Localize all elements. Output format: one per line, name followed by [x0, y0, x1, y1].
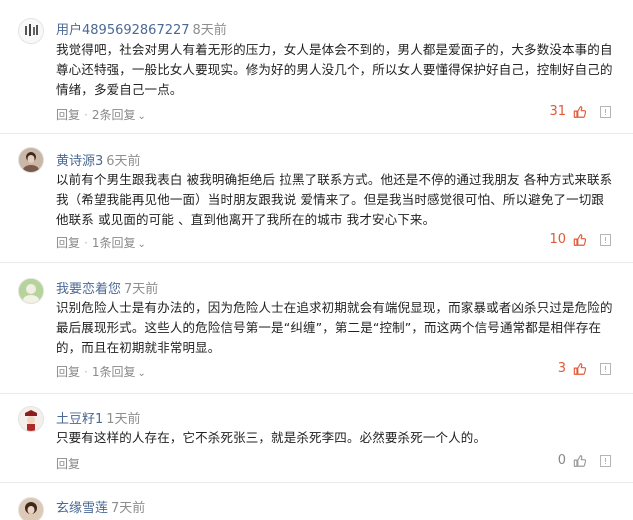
reply-button[interactable]: 回复	[56, 236, 80, 250]
chevron-down-icon: ⌄	[137, 239, 146, 250]
view-replies-button[interactable]: 1条回复 ⌄	[92, 236, 146, 250]
avatar[interactable]	[18, 497, 44, 520]
thumbs-up-icon[interactable]	[573, 233, 587, 247]
like-count: 3	[557, 361, 566, 376]
comment-actions: 回复	[56, 455, 80, 472]
comment-text: 以前有个男生跟我表白 被我明确拒绝后 拉黑了联系方式。他还是不停的通过我朋友 各…	[56, 172, 613, 227]
username[interactable]: 黄诗源3	[56, 154, 103, 169]
comment-author[interactable]: 我要恋着您 7天前	[56, 278, 158, 297]
report-icon[interactable]	[600, 362, 611, 375]
comment-actions: 回复 · 1条回复 ⌄	[56, 365, 146, 379]
view-replies-button[interactable]: 2条回复 ⌄	[92, 108, 146, 122]
comment-item: 用户4895692867227 8天前 我觉得吧，社会对男人有着无形的压力，女人是…	[0, 0, 633, 130]
thumbs-up-icon[interactable]	[573, 454, 587, 468]
comment-right-actions: 3	[558, 361, 611, 376]
like-count: 10	[549, 232, 566, 247]
like-count: 31	[549, 104, 566, 119]
comment-text: 识别危险人士是有办法的，因为危险人士在追求初期就会有端倪显现，而家暴或者凶杀只过…	[56, 300, 613, 355]
comment-text: 我觉得吧，社会对男人有着无形的压力，女人是体会不到的，男人都是爱面子的，大多数没…	[56, 42, 613, 97]
report-icon[interactable]	[600, 105, 611, 118]
username[interactable]: 我要恋着您	[56, 282, 121, 297]
comment-time: 7天前	[111, 501, 146, 516]
thumbs-up-icon[interactable]	[573, 105, 587, 119]
comment-text: 只要有这样的人存在，它不杀死张三，就是杀死李四。必然要杀死一个人的。	[56, 430, 487, 445]
avatar[interactable]	[18, 18, 44, 44]
comment-right-actions: 0	[558, 453, 611, 468]
comment-author[interactable]: 土豆籽1 1天前	[56, 408, 141, 427]
username[interactable]: 玄缘雪莲	[56, 501, 108, 516]
reply-button[interactable]: 回复	[56, 108, 80, 122]
comment-actions: 回复 · 2条回复 ⌄	[56, 108, 146, 122]
username[interactable]: 用户4895692867227	[56, 23, 190, 38]
comment-time: 8天前	[192, 23, 227, 38]
comment-right-actions: 31	[549, 104, 611, 119]
avatar[interactable]	[18, 147, 44, 173]
chevron-down-icon: ⌄	[137, 111, 146, 122]
avatar[interactable]	[18, 406, 44, 432]
thumbs-up-icon[interactable]	[573, 362, 587, 376]
comment-right-actions: 10	[549, 232, 611, 247]
view-replies-button[interactable]: 1条回复 ⌄	[92, 365, 146, 379]
comment-item: 玄缘雪莲 7天前	[0, 483, 633, 520]
comment-author[interactable]: 玄缘雪莲 7天前	[56, 497, 145, 516]
comment-time: 6天前	[106, 154, 141, 169]
comment-time: 1天前	[106, 412, 141, 427]
report-icon[interactable]	[600, 233, 611, 246]
comment-author[interactable]: 用户4895692867227 8天前	[56, 19, 227, 38]
comment-item: 土豆籽1 1天前 只要有这样的人存在，它不杀死张三，就是杀死李四。必然要杀死一个人…	[0, 394, 633, 482]
comment-item: 黄诗源3 6天前 以前有个男生跟我表白 被我明确拒绝后 拉黑了联系方式。他还是不停…	[0, 134, 633, 264]
comment-time: 7天前	[124, 282, 159, 297]
comment-actions: 回复 · 1条回复 ⌄	[56, 236, 146, 250]
reply-button[interactable]: 回复	[56, 457, 80, 471]
chevron-down-icon: ⌄	[137, 368, 146, 379]
like-count: 0	[557, 453, 566, 468]
username[interactable]: 土豆籽1	[56, 412, 103, 427]
comment-item: 我要恋着您 7天前 识别危险人士是有办法的，因为危险人士在追求初期就会有端倪显现，…	[0, 263, 633, 393]
reply-button[interactable]: 回复	[56, 365, 80, 379]
comment-author[interactable]: 黄诗源3 6天前	[56, 150, 141, 169]
report-icon[interactable]	[600, 454, 611, 467]
avatar[interactable]	[18, 278, 44, 304]
